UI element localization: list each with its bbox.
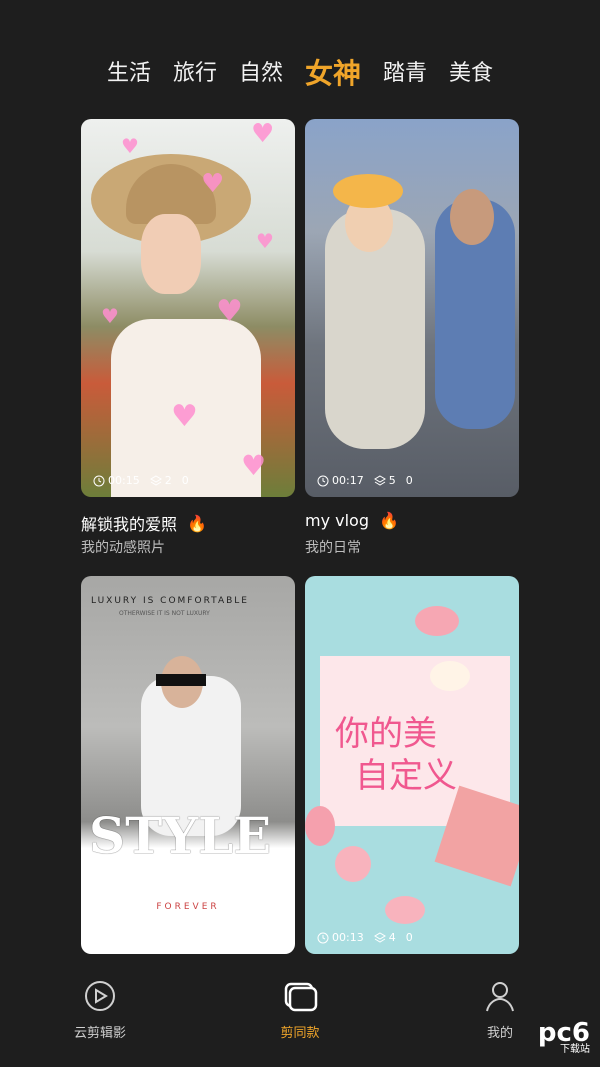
style-sub-text: OTHERWISE IT IS NOT LUXURY: [119, 610, 210, 617]
layers-icon: [284, 982, 318, 1012]
bottom-nav: 云剪辑影 剪同款 我的: [0, 970, 600, 1067]
tab-outing[interactable]: 踏青: [383, 55, 427, 93]
card-subtitle-1: 我的动感照片: [81, 540, 165, 556]
play-circle-icon: [85, 981, 115, 1011]
clock-icon: [317, 475, 329, 486]
layers-icon: [373, 931, 386, 943]
card-title-1: 解锁我的爱照 🔥: [81, 513, 207, 535]
layer-count: 4: [373, 931, 396, 944]
nav-same-template[interactable]: 剪同款: [240, 970, 360, 1067]
duration: 00:13: [317, 931, 364, 944]
template-card-3[interactable]: LUXURY IS COMFORTABLE OTHERWISE IT IS NO…: [81, 576, 295, 954]
template-thumbnail: LUXURY IS COMFORTABLE OTHERWISE IT IS NO…: [81, 576, 295, 954]
layer-count: 2: [149, 474, 172, 487]
tab-food[interactable]: 美食: [449, 55, 493, 93]
tab-life[interactable]: 生活: [107, 55, 151, 93]
template-meta: 00:17 5 0: [317, 474, 413, 487]
duration: 00:15: [93, 474, 140, 487]
template-thumbnail: ♥ ♥ ♥ ♥ ♥ ♥ ♥ ♥ 00:15 2 0: [81, 119, 295, 497]
tab-goddess[interactable]: 女神: [305, 55, 361, 93]
style-top-text: LUXURY IS COMFORTABLE: [91, 596, 249, 606]
template-thumbnail: 你的美 自定义 00:13 4 0: [305, 576, 519, 954]
card-title-2: my vlog 🔥: [305, 511, 399, 530]
nav-cloud-editing[interactable]: 云剪辑影: [40, 970, 160, 1067]
template-meta: 00:13 4 0: [317, 931, 413, 944]
clock-icon: [317, 932, 329, 943]
fire-icon: 🔥: [187, 513, 207, 533]
tab-nature[interactable]: 自然: [239, 55, 283, 93]
template-thumbnail: 00:17 5 0: [305, 119, 519, 497]
template-card-4[interactable]: 你的美 自定义 00:13 4 0: [305, 576, 519, 954]
template-card-2[interactable]: 00:17 5 0: [305, 119, 519, 497]
clock-icon: [93, 475, 105, 486]
template-meta: 00:15 2 0: [93, 474, 189, 487]
duration: 00:17: [317, 474, 364, 487]
layer-count: 5: [373, 474, 396, 487]
fire-icon: 🔥: [379, 511, 399, 530]
layers-icon: [149, 474, 162, 486]
overlay-line-2: 自定义: [355, 756, 457, 796]
category-tabs: 生活 旅行 自然 女神 踏青 美食: [0, 55, 600, 93]
layers-icon: [373, 474, 386, 486]
style-word: STYLE: [89, 806, 272, 865]
template-card-1[interactable]: ♥ ♥ ♥ ♥ ♥ ♥ ♥ ♥ 00:15 2 0: [81, 119, 295, 497]
card-subtitle-2: 我的日常: [305, 540, 361, 556]
watermark-logo: pc6 下载站: [537, 1018, 590, 1055]
style-footer: FOREVER: [156, 902, 220, 912]
user-icon: [486, 982, 514, 1012]
tab-travel[interactable]: 旅行: [173, 55, 217, 93]
